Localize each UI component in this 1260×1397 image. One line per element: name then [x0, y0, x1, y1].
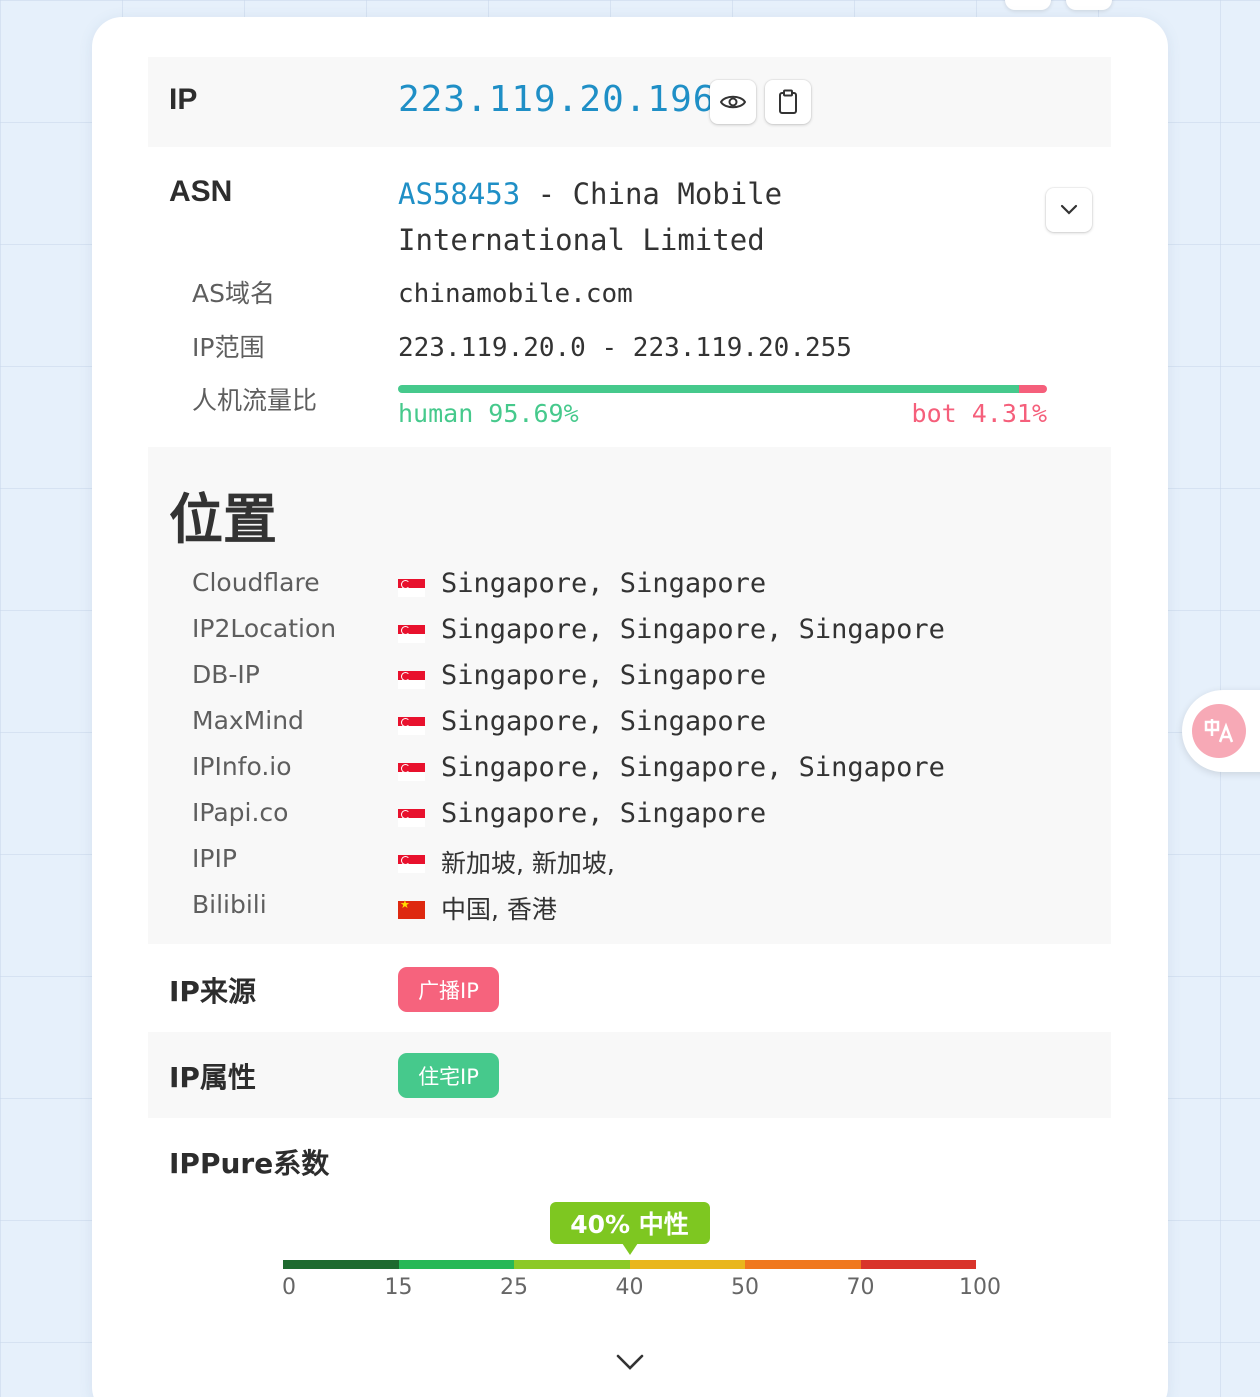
bot-percent: bot 4.31% [911, 399, 1047, 428]
singapore-flag-icon [398, 763, 425, 781]
ip-attribute-row: IP属性 住宅IP [148, 1032, 1111, 1118]
asn-expand-button[interactable] [1046, 188, 1092, 232]
location-section: 位置 Cloudflare Singapore, Singapore IP2Loca… [148, 447, 1111, 944]
singapore-flag-icon [398, 671, 425, 689]
asn-label: ASN [169, 175, 233, 208]
singapore-flag-icon [398, 625, 425, 643]
location-source-label: Cloudflare [192, 568, 320, 597]
ippure-marker: 40% 中性 [549, 1202, 710, 1244]
ip-row: IP 223.119.20.196 [148, 57, 1111, 147]
ippure-tick-label: 100 [959, 1275, 1001, 1300]
ippure-scale-segment [514, 1260, 630, 1269]
location-heading: 位置 [169, 488, 277, 551]
chevron-down-icon [616, 1354, 644, 1370]
translate-widget[interactable] [1182, 690, 1260, 772]
location-source-label: IP2Location [192, 614, 337, 643]
as-domain-label: AS域名 [192, 279, 275, 308]
location-place: 新加坡, 新加坡, [441, 849, 615, 878]
as-domain-value: chinamobile.com [398, 279, 633, 309]
ippure-tick-label: 15 [384, 1275, 413, 1300]
location-place: Singapore, Singapore [441, 706, 767, 737]
ip-attribute-label: IP属性 [169, 1061, 256, 1094]
ippure-scale-segment [745, 1260, 861, 1269]
singapore-flag-icon [398, 855, 425, 873]
location-place: Singapore, Singapore [441, 798, 767, 829]
asn-name: AS58453 - China Mobile International Lim… [398, 171, 782, 263]
translate-icon[interactable] [1192, 704, 1246, 758]
chevron-down-icon [1060, 204, 1078, 215]
toolbar-stub-right [1066, 0, 1112, 10]
eye-icon [720, 95, 746, 109]
asn-number-link[interactable]: AS58453 [398, 177, 520, 211]
china-flag-icon [398, 898, 425, 919]
ippure-scale-segment [283, 1260, 399, 1269]
traffic-human-segment [398, 385, 1020, 393]
ip-address[interactable]: 223.119.20.196 [398, 79, 715, 120]
location-place: Singapore, Singapore, Singapore [441, 752, 945, 783]
ip-info-card: IP 223.119.20.196 ASN AS58453 - China Mo… [92, 17, 1168, 1397]
location-place: Singapore, Singapore, Singapore [441, 614, 945, 645]
clipboard-icon [779, 89, 797, 114]
location-source-label: IPInfo.io [192, 752, 292, 781]
copy-ip-button[interactable] [765, 80, 811, 124]
ip-source-row: IP来源 广播IP [148, 944, 1111, 1032]
singapore-flag-icon [398, 809, 425, 827]
traffic-ratio-bar [398, 385, 1047, 393]
ippure-tick-label: 70 [846, 1275, 875, 1300]
location-source-label: IPapi.co [192, 798, 289, 827]
ippure-scale-segment [398, 1260, 514, 1269]
show-more-button[interactable] [615, 1353, 645, 1376]
asn-name-line2: International Limited [398, 223, 765, 257]
toolbar-stub-left [1005, 0, 1051, 10]
ippure-tick-label: 50 [731, 1275, 759, 1300]
asn-section: ASN AS58453 - China Mobile International… [148, 147, 1111, 447]
singapore-flag-icon [398, 717, 425, 735]
location-source-label: DB-IP [192, 660, 260, 689]
ippure-scale-segment [629, 1260, 745, 1269]
ip-range-label: IP范围 [192, 333, 265, 362]
ippure-tick-label: 40 [615, 1275, 644, 1300]
ippure-tick-label: 25 [500, 1275, 528, 1300]
location-source-label: Bilibili [192, 890, 267, 919]
location-source-label: IPIP [192, 844, 237, 873]
location-place: 中国, 香港 [441, 895, 557, 924]
traffic-ratio-label: 人机流量比 [192, 386, 318, 415]
human-percent: human 95.69% [398, 399, 579, 428]
singapore-flag-icon [398, 579, 425, 597]
asn-name-line1: - China Mobile [520, 177, 783, 211]
location-place: Singapore, Singapore [441, 568, 767, 599]
ippure-tick-label: 0 [282, 1275, 296, 1300]
ippure-marker-pointer [621, 1243, 638, 1255]
location-place: Singapore, Singapore [441, 660, 767, 691]
reveal-ip-button[interactable] [710, 80, 756, 124]
location-source-label: MaxMind [192, 706, 304, 735]
ip-attribute-badge: 住宅IP [398, 1053, 499, 1098]
ip-source-label: IP来源 [169, 975, 256, 1008]
ippure-label: IPPure系数 [169, 1147, 330, 1180]
ip-source-badge: 广播IP [398, 967, 499, 1012]
translate-glyph [1204, 719, 1234, 743]
ip-range-value: 223.119.20.0 - 223.119.20.255 [398, 333, 852, 363]
ippure-scale-segment [860, 1260, 976, 1269]
ip-label: IP [169, 83, 198, 116]
traffic-bot-segment [1019, 385, 1047, 393]
